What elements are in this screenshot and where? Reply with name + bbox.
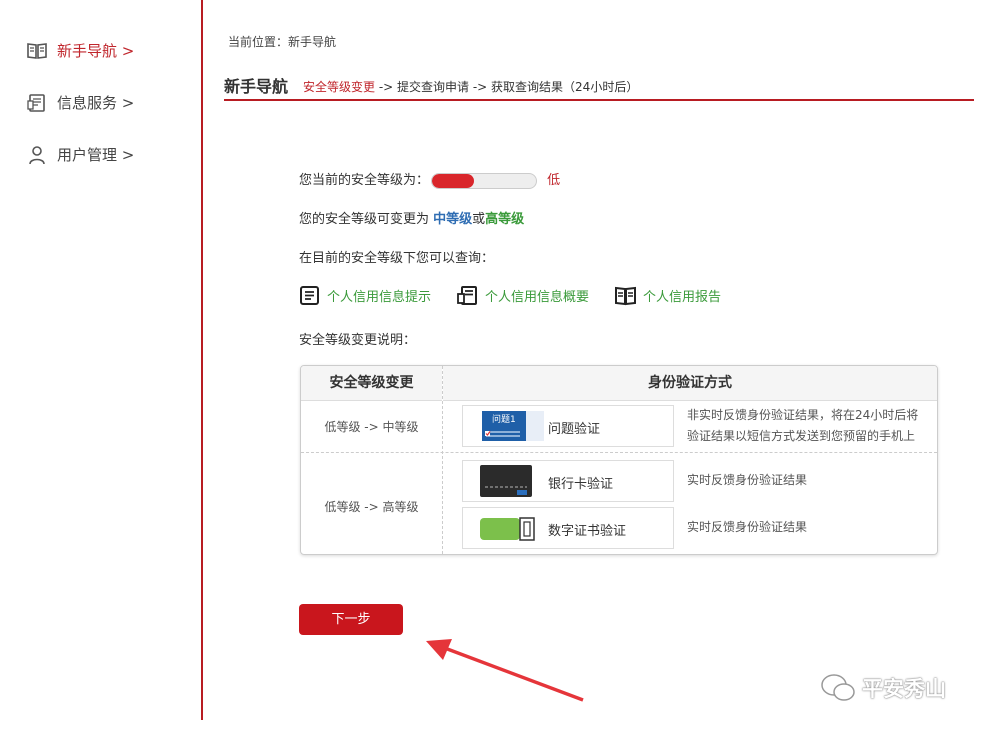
open-book-icon [615, 286, 637, 306]
bankcard-verification-box: 银行卡验证 [462, 460, 674, 502]
certificate-verification-box: 数字证书验证 [462, 507, 674, 549]
question-verification-box: 问题1 问题验证 [462, 405, 674, 447]
row-divider [301, 452, 937, 453]
column-divider [442, 366, 443, 554]
link-label: 个人信用信息提示 [327, 290, 432, 305]
question-card-icon: 问题1 [482, 411, 544, 441]
question-verification-desc: 非实时反馈身份验证结果，将在24小时后将 验证结果以短信方式发送到您预留的手机上 [687, 405, 927, 447]
certificate-verification-desc: 实时反馈身份验证结果 [687, 520, 808, 534]
sidebar-item-label: 信息服务 > [57, 94, 135, 112]
wechat-icon [821, 674, 855, 701]
document-icon [27, 93, 45, 112]
security-level-bar [431, 172, 538, 189]
query-links: 个人信用信息提示 个人信用信息概要 个人信用报告 [299, 285, 747, 306]
watermark-text: 平安秀山 [862, 677, 946, 701]
table-header-level-change: 安全等级变更 [301, 366, 442, 401]
table-header-verification-method: 身份验证方式 [443, 366, 937, 401]
breadcrumb: 当前位置：新手导航 [228, 35, 337, 49]
usb-key-icon [480, 517, 535, 541]
watermark: 平安秀山 [820, 673, 946, 703]
bankcard-verification-desc: 实时反馈身份验证结果 [687, 473, 808, 487]
bank-card-icon [480, 465, 532, 497]
desc-line: 验证结果以短信方式发送到您预留的手机上 [687, 429, 916, 443]
change-prefix: 您的安全等级可变更为 [299, 212, 434, 227]
mid-level-text: 中等级 [433, 212, 473, 227]
security-level-text: 低 [547, 173, 561, 188]
credit-info-summary-link[interactable]: 个人信用信息概要 [457, 285, 589, 306]
link-label: 个人信用信息概要 [485, 290, 590, 305]
current-step: 安全等级变更 [303, 80, 376, 94]
sidebar-item-label: 用户管理 > [57, 146, 135, 164]
page-title: 新手导航 [224, 77, 289, 96]
page-header: 新手导航 安全等级变更 -> 提交查询申请 -> 获取查询结果（24小时后） [224, 70, 974, 101]
or-text: 或 [472, 212, 486, 227]
sidebar-item-label: 新手导航 > [57, 42, 135, 60]
sidebar-item-user-management[interactable]: 用户管理 > [27, 144, 134, 165]
user-icon [29, 145, 45, 164]
sidebar-item-info-service[interactable]: 信息服务 > [27, 92, 134, 113]
sidebar: 新手导航 > 信息服务 > 用户管理 > [0, 0, 203, 720]
explain-label: 安全等级变更说明： [299, 333, 417, 348]
annotation-arrow-icon [426, 639, 584, 702]
security-level-fill [432, 173, 474, 188]
sidebar-item-guide[interactable]: 新手导航 > [27, 40, 134, 61]
credit-info-hint-link[interactable]: 个人信用信息提示 [299, 285, 431, 306]
row-level-low-to-mid: 低等级 -> 中等级 [324, 420, 419, 434]
query-label: 在目前的安全等级下您可以查询： [299, 251, 495, 266]
credit-report-link[interactable]: 个人信用报告 [615, 285, 721, 306]
high-level-text: 高等级 [485, 212, 525, 227]
row-level-low-to-high: 低等级 -> 高等级 [324, 500, 419, 514]
document-summary-icon [457, 286, 478, 305]
book-icon [27, 42, 47, 59]
remaining-steps: -> 提交查询申请 -> 获取查询结果（24小时后） [375, 80, 639, 94]
current-level-label: 您当前的安全等级为： [299, 173, 430, 188]
current-level-line: 您当前的安全等级为： 低 [299, 169, 560, 189]
change-level-line: 您的安全等级可变更为 中等级或高等级 [299, 208, 524, 227]
bankcard-verification-label: 银行卡验证 [548, 477, 614, 492]
question-verification-label: 问题验证 [548, 422, 601, 437]
question-card-text: 问题1 [492, 413, 516, 425]
link-label: 个人信用报告 [643, 290, 722, 305]
document-list-icon [300, 286, 319, 305]
verification-table: 安全等级变更 身份验证方式 低等级 -> 中等级 低等级 -> 高等级 问题1 … [300, 365, 938, 555]
desc-line: 非实时反馈身份验证结果，将在24小时后将 [687, 408, 919, 422]
step-indicator: 安全等级变更 -> 提交查询申请 -> 获取查询结果（24小时后） [303, 78, 638, 95]
certificate-verification-label: 数字证书验证 [548, 524, 627, 539]
next-step-button[interactable]: 下一步 [299, 604, 403, 635]
